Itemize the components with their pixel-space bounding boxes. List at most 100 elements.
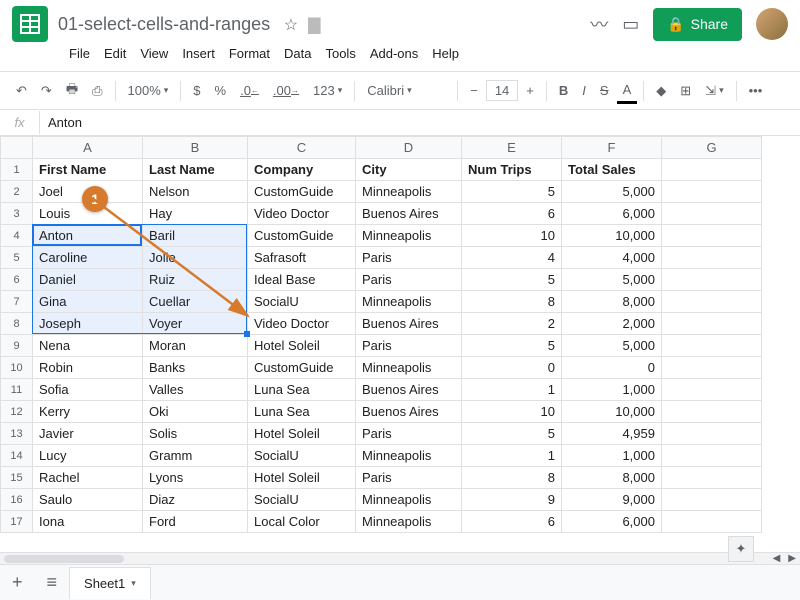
- cell[interactable]: Robin: [33, 357, 143, 379]
- cell[interactable]: Daniel: [33, 269, 143, 291]
- font-size-input[interactable]: 14: [486, 80, 518, 101]
- share-button[interactable]: 🔒 Share: [653, 8, 742, 41]
- menu-format[interactable]: Format: [224, 44, 275, 63]
- cell[interactable]: 6: [462, 511, 562, 533]
- menu-help[interactable]: Help: [427, 44, 464, 63]
- menu-file[interactable]: File: [64, 44, 95, 63]
- cell[interactable]: Oki: [143, 401, 248, 423]
- col-header-E[interactable]: E: [462, 137, 562, 159]
- avatar[interactable]: [756, 8, 788, 40]
- cell[interactable]: Paris: [356, 247, 462, 269]
- cell[interactable]: 4,000: [562, 247, 662, 269]
- cell[interactable]: 6: [462, 203, 562, 225]
- cell[interactable]: Paris: [356, 467, 462, 489]
- explore-button[interactable]: ✦: [728, 536, 754, 562]
- zoom-dropdown[interactable]: 100%: [122, 79, 175, 102]
- menu-add-ons[interactable]: Add-ons: [365, 44, 423, 63]
- cell[interactable]: 4: [462, 247, 562, 269]
- text-color-button[interactable]: A: [617, 78, 638, 104]
- cell[interactable]: 8: [462, 467, 562, 489]
- cell[interactable]: 10,000: [562, 225, 662, 247]
- print-icon[interactable]: 🖶: [60, 76, 84, 106]
- col-header-F[interactable]: F: [562, 137, 662, 159]
- cell[interactable]: Minneapolis: [356, 357, 462, 379]
- row-header[interactable]: 15: [1, 467, 33, 489]
- cell[interactable]: 5: [462, 423, 562, 445]
- cell[interactable]: Safrasoft: [248, 247, 356, 269]
- cell[interactable]: 2,000: [562, 313, 662, 335]
- cell[interactable]: Banks: [143, 357, 248, 379]
- cell[interactable]: Luna Sea: [248, 379, 356, 401]
- cell[interactable]: Ideal Base: [248, 269, 356, 291]
- cell[interactable]: CustomGuide: [248, 357, 356, 379]
- cell[interactable]: 0: [462, 357, 562, 379]
- cell[interactable]: Paris: [356, 423, 462, 445]
- cell[interactable]: Jolie: [143, 247, 248, 269]
- header-cell[interactable]: Company: [248, 159, 356, 181]
- row-header[interactable]: 10: [1, 357, 33, 379]
- increase-decimal-button[interactable]: .00→: [267, 79, 305, 102]
- cell[interactable]: Sofia: [33, 379, 143, 401]
- cell[interactable]: Rachel: [33, 467, 143, 489]
- cell[interactable]: 2: [462, 313, 562, 335]
- cell[interactable]: Video Doctor: [248, 203, 356, 225]
- italic-button[interactable]: I: [576, 79, 592, 102]
- fill-color-icon[interactable]: ◆: [650, 79, 672, 103]
- header-cell[interactable]: City: [356, 159, 462, 181]
- number-format-dropdown[interactable]: 123: [307, 79, 348, 102]
- font-size-minus[interactable]: −: [464, 79, 484, 102]
- cell[interactable]: Minneapolis: [356, 511, 462, 533]
- cell[interactable]: Hotel Soleil: [248, 423, 356, 445]
- cell[interactable]: Ruiz: [143, 269, 248, 291]
- cell[interactable]: SocialU: [248, 291, 356, 313]
- cell[interactable]: Minneapolis: [356, 225, 462, 247]
- sheets-logo[interactable]: [12, 6, 48, 42]
- cell[interactable]: 10: [462, 225, 562, 247]
- col-header-A[interactable]: A: [33, 137, 143, 159]
- cell[interactable]: Minneapolis: [356, 291, 462, 313]
- cell[interactable]: Caroline: [33, 247, 143, 269]
- cell[interactable]: Hotel Soleil: [248, 467, 356, 489]
- row-header[interactable]: 4: [1, 225, 33, 247]
- row-header[interactable]: 3: [1, 203, 33, 225]
- row-header[interactable]: 7: [1, 291, 33, 313]
- cell[interactable]: 5,000: [562, 335, 662, 357]
- col-header-B[interactable]: B: [143, 137, 248, 159]
- cell[interactable]: Solis: [143, 423, 248, 445]
- row-header[interactable]: 13: [1, 423, 33, 445]
- cell[interactable]: Paris: [356, 335, 462, 357]
- cell[interactable]: Nelson: [143, 181, 248, 203]
- row-header[interactable]: 8: [1, 313, 33, 335]
- cell[interactable]: 1: [462, 379, 562, 401]
- cell[interactable]: Nena: [33, 335, 143, 357]
- redo-icon[interactable]: ↷: [35, 79, 58, 103]
- cell[interactable]: Voyer: [143, 313, 248, 335]
- cell[interactable]: Ford: [143, 511, 248, 533]
- more-button[interactable]: •••: [743, 79, 769, 102]
- cell[interactable]: CustomGuide: [248, 225, 356, 247]
- cell[interactable]: 6,000: [562, 511, 662, 533]
- cell[interactable]: Javier: [33, 423, 143, 445]
- star-icon[interactable]: ☆: [284, 15, 298, 35]
- row-header[interactable]: 17: [1, 511, 33, 533]
- row-header[interactable]: 12: [1, 401, 33, 423]
- cell[interactable]: 8,000: [562, 291, 662, 313]
- row-header[interactable]: 5: [1, 247, 33, 269]
- decrease-decimal-button[interactable]: .0←: [234, 79, 265, 102]
- add-sheet-button[interactable]: +: [0, 572, 35, 593]
- cell[interactable]: Buenos Aires: [356, 203, 462, 225]
- cell[interactable]: Buenos Aires: [356, 379, 462, 401]
- cell[interactable]: Minneapolis: [356, 489, 462, 511]
- menu-edit[interactable]: Edit: [99, 44, 131, 63]
- cell[interactable]: 5: [462, 269, 562, 291]
- cell[interactable]: Minneapolis: [356, 181, 462, 203]
- activity-icon[interactable]: 〰: [590, 11, 608, 37]
- sheet-tab[interactable]: Sheet1: [69, 567, 151, 599]
- cell[interactable]: Diaz: [143, 489, 248, 511]
- cell[interactable]: Minneapolis: [356, 445, 462, 467]
- strike-button[interactable]: S: [594, 79, 615, 102]
- font-size-plus[interactable]: +: [520, 79, 540, 102]
- cell[interactable]: 6,000: [562, 203, 662, 225]
- cell[interactable]: Baril: [143, 225, 248, 247]
- cell[interactable]: 9,000: [562, 489, 662, 511]
